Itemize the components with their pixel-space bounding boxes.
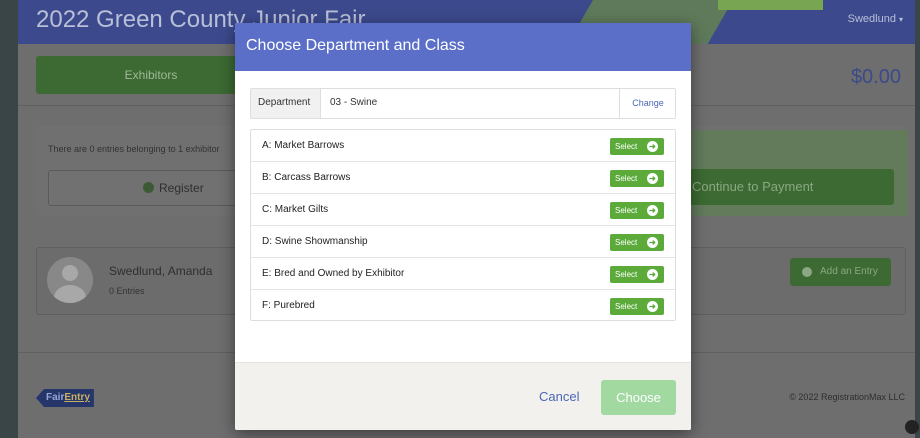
modal-footer: Cancel Choose <box>235 362 691 430</box>
exhibitor-entry-count: 0 Entries <box>109 286 145 296</box>
exhibitor-name: Swedlund, Amanda <box>109 264 213 278</box>
class-row: C: Market Gilts Select ➜ <box>251 194 675 226</box>
register-label: Register <box>159 181 204 195</box>
header-decoration-accent <box>718 0 823 10</box>
department-value: 03 - Swine <box>330 97 378 108</box>
continue-to-payment-button[interactable]: Continue to Payment <box>690 169 894 205</box>
select-class-button[interactable]: Select ➜ <box>610 170 664 187</box>
change-department-link[interactable]: Change <box>620 98 676 108</box>
user-name: Swedlund <box>847 13 896 25</box>
user-silhouette-icon <box>62 265 78 281</box>
class-name: A: Market Barrows <box>262 140 345 151</box>
logo-fair: Fair <box>46 392 65 403</box>
user-menu[interactable]: Swedlund ▾ <box>848 13 903 25</box>
right-side-bar <box>915 0 920 438</box>
add-entry-button[interactable]: Add an Entry <box>790 258 891 286</box>
select-label: Select <box>615 142 638 151</box>
class-name: D: Swine Showmanship <box>262 236 368 247</box>
cancel-button[interactable]: Cancel <box>539 389 579 404</box>
select-class-button[interactable]: Select ➜ <box>610 202 664 219</box>
department-label: Department <box>258 97 311 108</box>
class-list: A: Market Barrows Select ➜ B: Carcass Bar… <box>250 129 676 321</box>
avatar-body <box>54 285 86 303</box>
left-side-bar <box>0 0 18 438</box>
select-class-button[interactable]: Select ➜ <box>610 266 664 283</box>
logo-entry: Entry <box>64 392 90 403</box>
choose-button[interactable]: Choose <box>601 380 676 415</box>
class-name: F: Purebred <box>262 300 315 311</box>
select-label: Select <box>615 302 638 311</box>
class-row: F: Purebred Select ➜ <box>251 290 675 322</box>
entries-summary-text: There are 0 entries belonging to 1 exhib… <box>48 144 220 154</box>
arrow-right-circle-icon: ➜ <box>647 205 658 216</box>
avatar <box>47 257 93 303</box>
select-label: Select <box>615 238 638 247</box>
class-row: B: Carcass Barrows Select ➜ <box>251 162 675 194</box>
select-label: Select <box>615 174 638 183</box>
arrow-right-circle-icon: ➜ <box>647 237 658 248</box>
department-change-cell: Change <box>619 89 675 118</box>
modal-header: Choose Department and Class <box>235 23 691 71</box>
class-row: A: Market Barrows Select ➜ <box>251 130 675 162</box>
arrow-right-circle-icon: ➜ <box>647 141 658 152</box>
add-entry-label: Add an Entry <box>820 266 878 277</box>
select-label: Select <box>615 270 638 279</box>
corner-icon <box>905 420 919 434</box>
class-row: E: Bred and Owned by Exhibitor Select ➜ <box>251 258 675 290</box>
exhibitors-tab-button[interactable]: Exhibitors <box>36 56 266 94</box>
class-row: D: Swine Showmanship Select ➜ <box>251 226 675 258</box>
select-class-button[interactable]: Select ➜ <box>610 138 664 155</box>
cart-total: $0.00 <box>850 66 901 88</box>
arrow-right-circle-icon: ➜ <box>647 173 658 184</box>
choose-department-modal: Choose Department and Class Department 0… <box>235 23 691 430</box>
department-label-cell: Department <box>251 89 321 118</box>
arrow-right-circle-icon: ➜ <box>647 269 658 280</box>
arrow-right-circle-icon: ➜ <box>647 301 658 312</box>
class-name: E: Bred and Owned by Exhibitor <box>262 268 405 279</box>
plus-circle-icon <box>802 267 812 277</box>
fairentry-logo[interactable]: FairEntry <box>36 389 94 407</box>
copyright-text: © 2022 RegistrationMax LLC <box>789 392 905 402</box>
caret-down-icon: ▾ <box>898 15 903 24</box>
select-class-button[interactable]: Select ➜ <box>610 234 664 251</box>
class-name: C: Market Gilts <box>262 204 329 215</box>
class-name: B: Carcass Barrows <box>262 172 351 183</box>
modal-title: Choose Department and Class <box>246 37 465 54</box>
plus-circle-icon <box>143 182 154 193</box>
department-row: Department 03 - Swine Change <box>250 88 676 119</box>
register-button[interactable]: Register <box>48 170 248 206</box>
select-label: Select <box>615 206 638 215</box>
select-class-button[interactable]: Select ➜ <box>610 298 664 315</box>
